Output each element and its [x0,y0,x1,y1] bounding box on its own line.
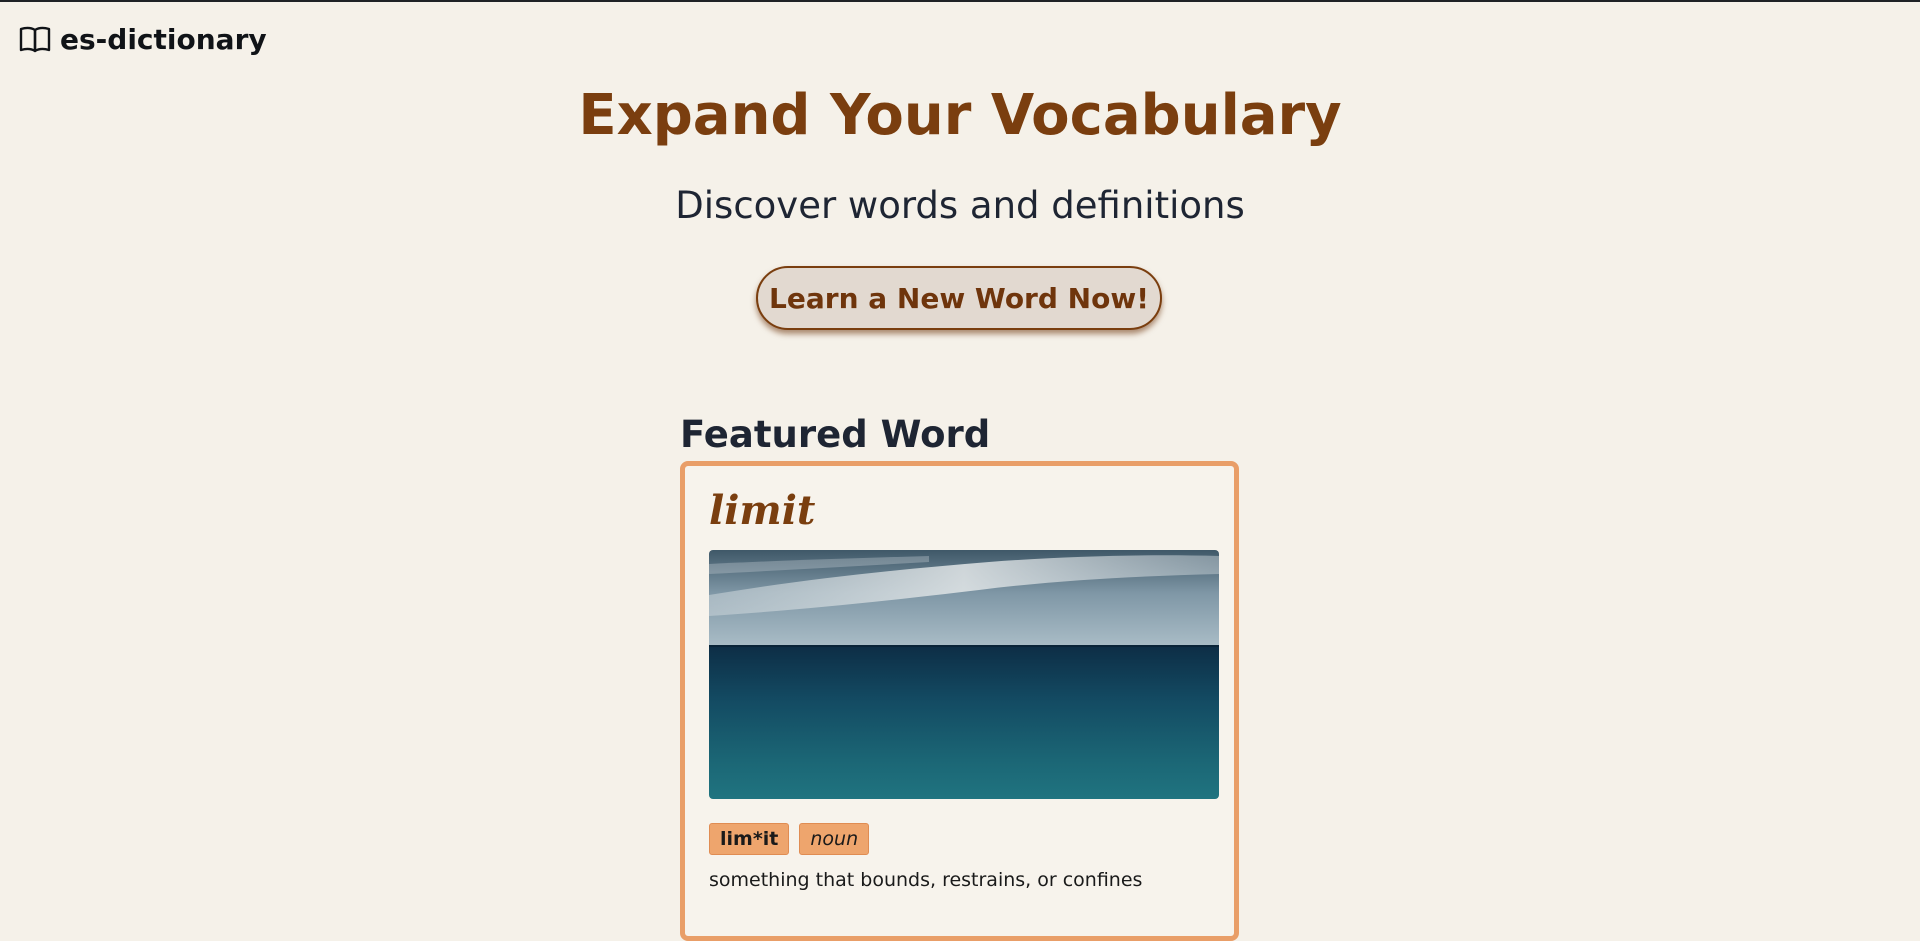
learn-new-word-button[interactable]: Learn a New Word Now! [756,266,1162,330]
window-top-border [0,0,1920,2]
featured-word-heading: Featured Word [680,413,991,456]
featured-word-card: limit lim*it noun something that bounds,… [680,461,1239,941]
hero-title: Expand Your Vocabulary [578,83,1342,148]
brand-link[interactable]: es-dictionary [18,22,267,56]
part-of-speech-badge: noun [799,823,870,855]
word-illustration-image [709,550,1219,799]
hero-subtitle: Discover words and definitions [675,184,1245,227]
featured-word-title: limit [709,487,816,534]
word-tags: lim*it noun [709,823,870,855]
brand-name: es-dictionary [60,22,267,56]
open-book-icon [18,22,52,56]
syllables-badge: lim*it [709,823,790,855]
word-definition: something that bounds, restrains, or con… [709,869,1143,891]
